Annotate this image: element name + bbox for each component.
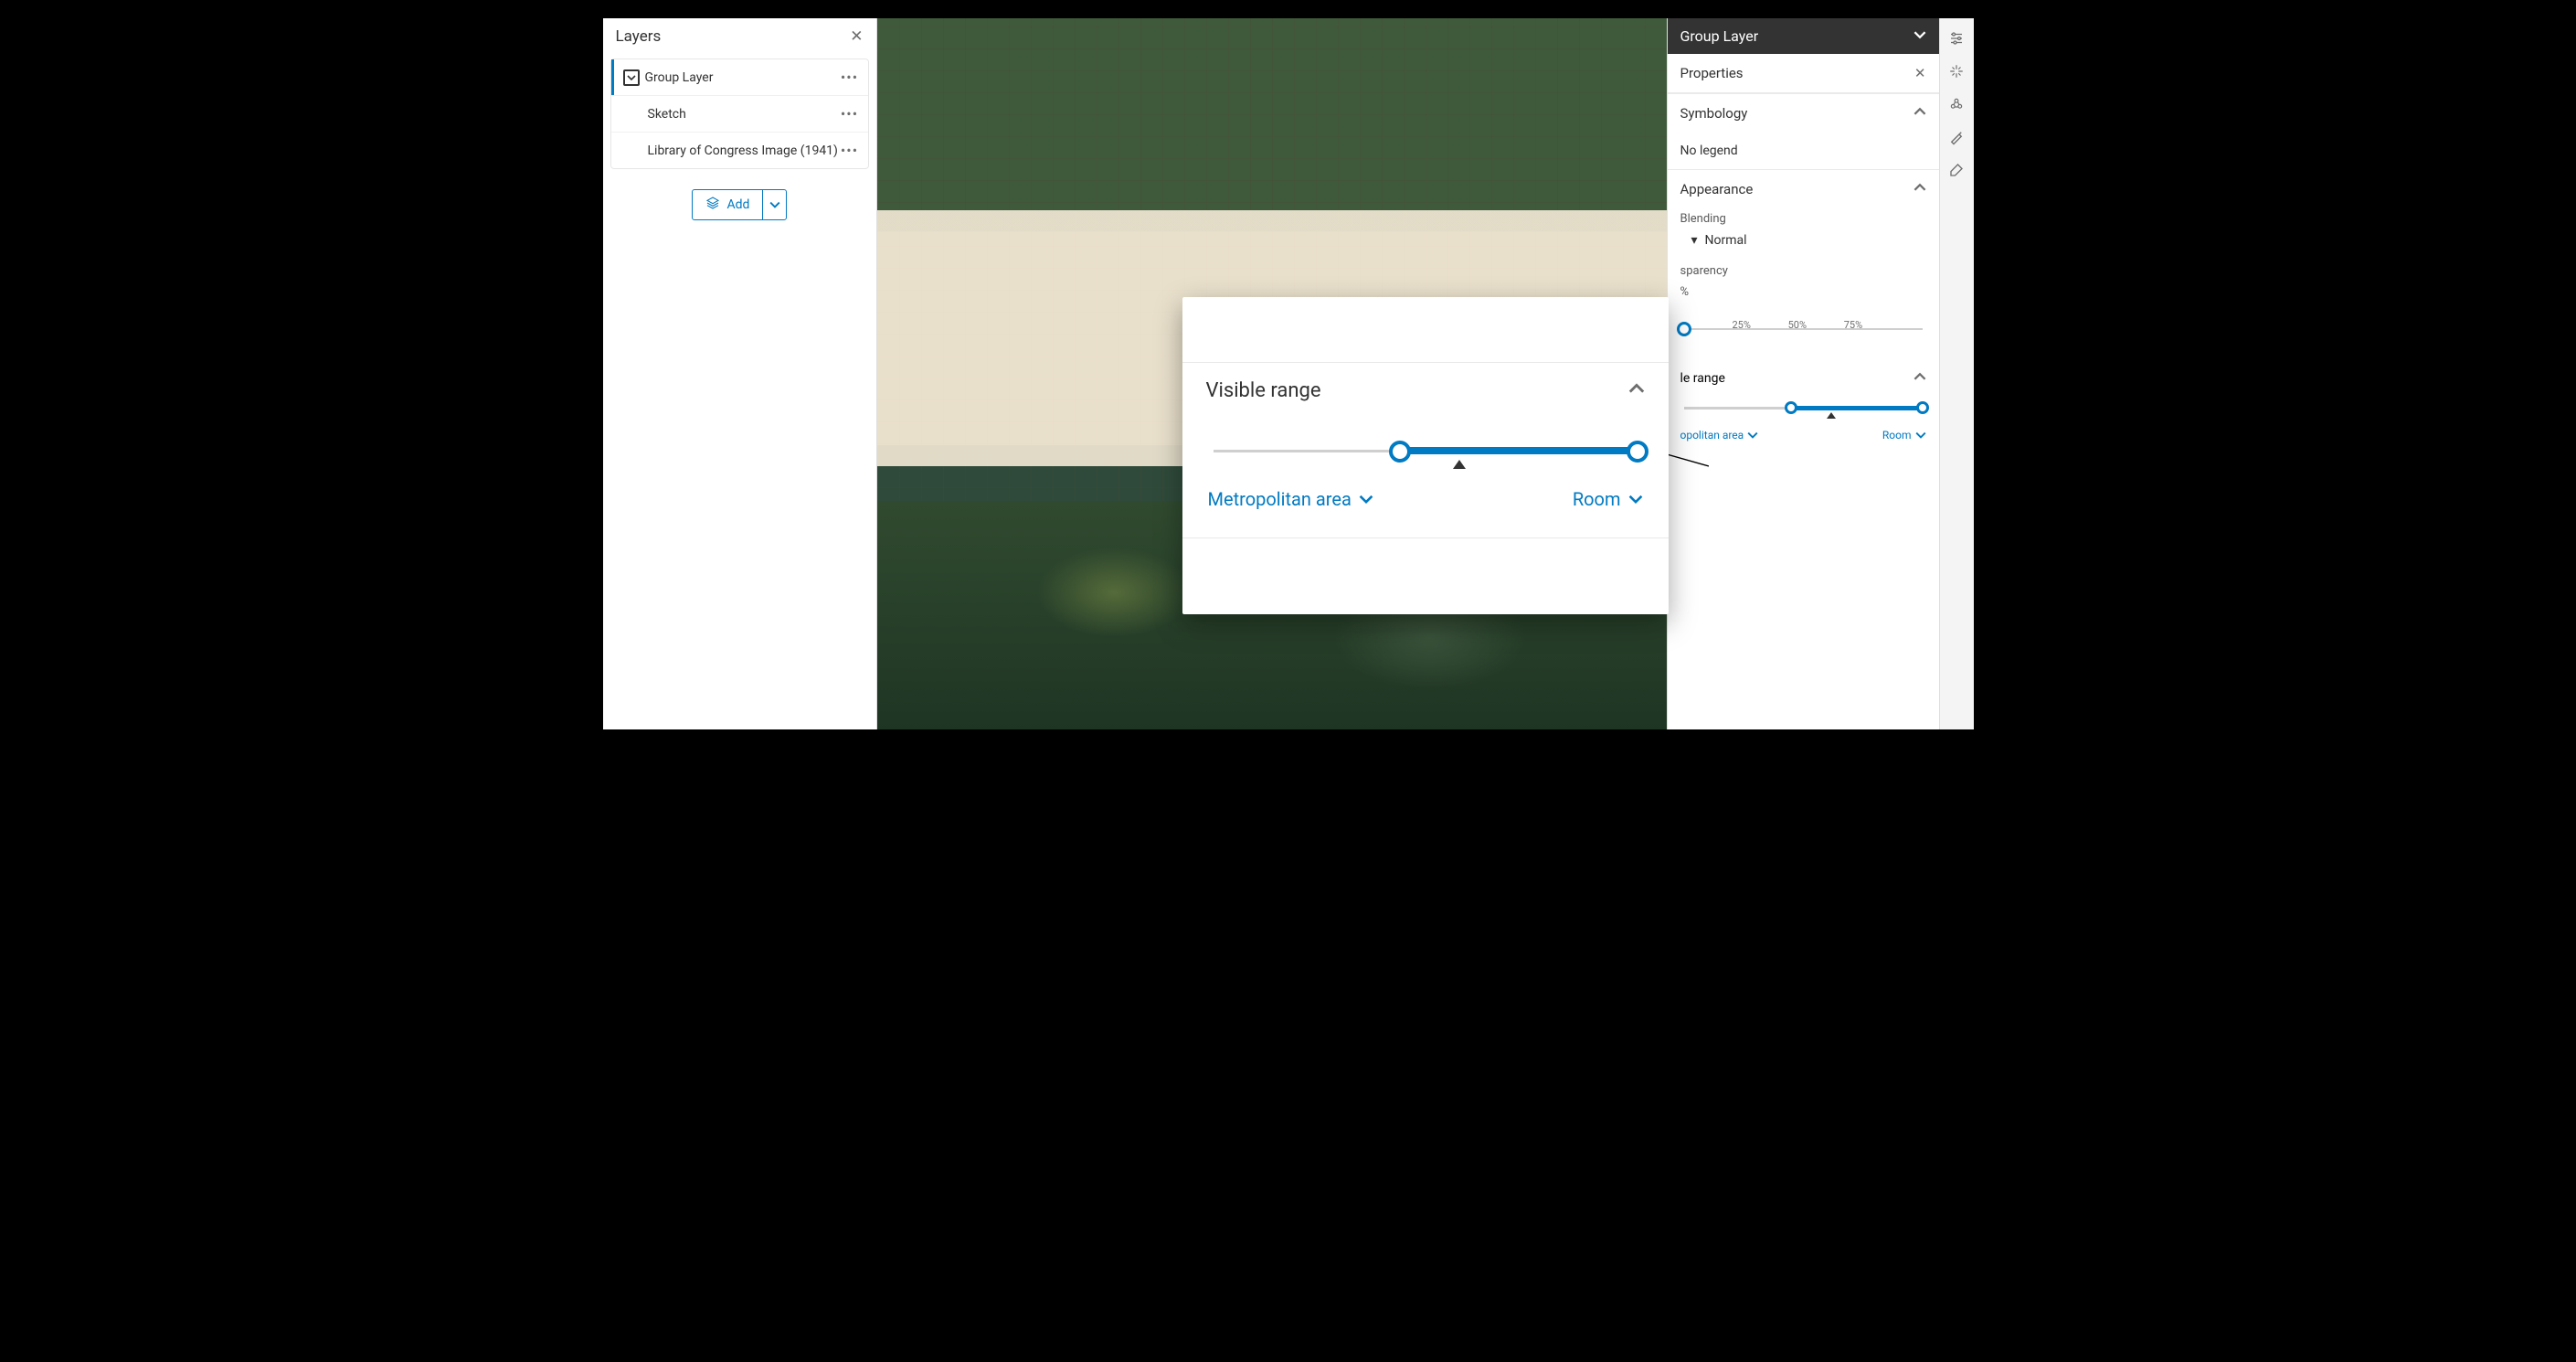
appearance-title: Appearance <box>1680 181 1754 197</box>
layers-close-button[interactable]: ✕ <box>850 27 863 46</box>
properties-layer-header[interactable]: Group Layer <box>1668 18 1939 54</box>
effects-tool-button[interactable] <box>1945 60 1967 82</box>
range-thumb-min[interactable] <box>1785 401 1797 414</box>
symbology-section-header[interactable]: Symbology <box>1668 93 1939 133</box>
range-thumb-max[interactable] <box>1627 441 1648 463</box>
expand-toggle-icon[interactable] <box>623 69 640 86</box>
visible-range-max-dropdown[interactable]: Room <box>1882 429 1926 442</box>
visible-range-popout-min-dropdown[interactable]: Metropolitan area <box>1208 488 1373 510</box>
chevron-up-icon <box>1913 370 1926 387</box>
layer-label: Group Layer <box>645 70 841 85</box>
blending-value: Normal <box>1705 233 1747 248</box>
range-thumb-min[interactable] <box>1389 441 1411 463</box>
transparency-thumb[interactable] <box>1677 322 1691 336</box>
visible-range-popout: Visible range Metropolitan area <box>1182 297 1669 614</box>
visible-range-popout-title: Visible range <box>1206 379 1321 402</box>
visible-range-min-label: opolitan area <box>1680 429 1744 442</box>
current-scale-indicator-icon <box>1453 460 1466 469</box>
symbology-value: No legend <box>1668 133 1939 169</box>
layer-options-icon[interactable]: ••• <box>841 105 859 122</box>
add-layer-button[interactable]: Add <box>692 189 788 220</box>
clustering-tool-button[interactable] <box>1945 93 1967 115</box>
transparency-control: sparency % 0% 25% 50% 75% 100% <box>1668 261 1939 359</box>
map-home-button[interactable] <box>1625 642 1654 671</box>
right-tool-strip <box>1939 18 1974 729</box>
visible-range-popout-max-label: Room <box>1573 488 1621 510</box>
layer-list: Group Layer ••• Sketch ••• Library of Co… <box>610 59 869 169</box>
add-layer-dropdown[interactable] <box>762 190 786 219</box>
transparency-value: % <box>1680 285 1926 299</box>
map-controls <box>1625 605 1654 708</box>
layers-title: Layers <box>616 27 662 46</box>
chevron-up-icon <box>1913 181 1926 197</box>
layer-label: Sketch <box>648 107 841 122</box>
transparency-label: sparency <box>1680 264 1926 278</box>
visible-range-slider[interactable] <box>1684 399 1923 420</box>
chevron-down-icon <box>1913 27 1926 45</box>
labels-tool-button[interactable] <box>1945 126 1967 148</box>
range-thumb-max[interactable] <box>1916 401 1929 414</box>
chevron-up-icon <box>1913 105 1926 122</box>
visible-range-popout-slider[interactable] <box>1214 435 1638 472</box>
visible-range-title: le range <box>1680 371 1725 386</box>
current-scale-indicator-icon <box>1827 412 1836 419</box>
properties-section-header: Properties ✕ <box>1668 54 1939 93</box>
map-zoom-in-button[interactable] <box>1625 678 1654 708</box>
properties-close-button[interactable]: ✕ <box>1914 65 1926 81</box>
appearance-section-header[interactable]: Appearance <box>1668 169 1939 208</box>
visible-range-min-dropdown[interactable]: opolitan area <box>1680 429 1759 442</box>
layer-options-icon[interactable]: ••• <box>841 142 859 159</box>
add-layer-row: Add <box>603 169 876 240</box>
chevron-up-icon <box>1628 379 1645 402</box>
transparency-slider[interactable]: 0% 25% 50% 75% 100% <box>1680 319 1926 345</box>
layers-icon <box>705 196 720 214</box>
layers-panel: Layers ✕ Group Layer ••• Sketch ••• <box>603 18 877 729</box>
blending-dropdown[interactable]: ▾ Normal <box>1668 226 1939 261</box>
blending-label: Blending <box>1668 212 1939 226</box>
properties-layer-title: Group Layer <box>1680 27 1759 45</box>
visible-range-header[interactable]: le range <box>1680 370 1926 387</box>
settings-tool-button[interactable] <box>1945 27 1967 49</box>
caret-down-icon: ▾ <box>1691 233 1698 248</box>
visible-range-popout-min-label: Metropolitan area <box>1208 488 1352 510</box>
add-layer-label: Add <box>727 197 750 212</box>
layers-header: Layers ✕ <box>603 18 876 55</box>
properties-panel: Group Layer Properties ✕ Symbology No le… <box>1667 18 1939 729</box>
properties-title: Properties <box>1680 65 1744 81</box>
visible-range-max-label: Room <box>1882 429 1912 442</box>
visible-range-popout-max-dropdown[interactable]: Room <box>1573 488 1643 510</box>
layer-item[interactable]: Library of Congress Image (1941) ••• <box>611 132 868 168</box>
visible-range-section: le range opolitan area <box>1668 359 1939 445</box>
layer-options-icon[interactable]: ••• <box>841 69 859 86</box>
visible-range-popout-header[interactable]: Visible range <box>1182 363 1669 413</box>
edit-tool-button[interactable] <box>1945 159 1967 181</box>
layer-item-group[interactable]: Group Layer ••• <box>611 59 868 95</box>
layer-label: Library of Congress Image (1941) <box>648 144 841 158</box>
layer-item[interactable]: Sketch ••• <box>611 95 868 132</box>
symbology-title: Symbology <box>1680 105 1748 122</box>
